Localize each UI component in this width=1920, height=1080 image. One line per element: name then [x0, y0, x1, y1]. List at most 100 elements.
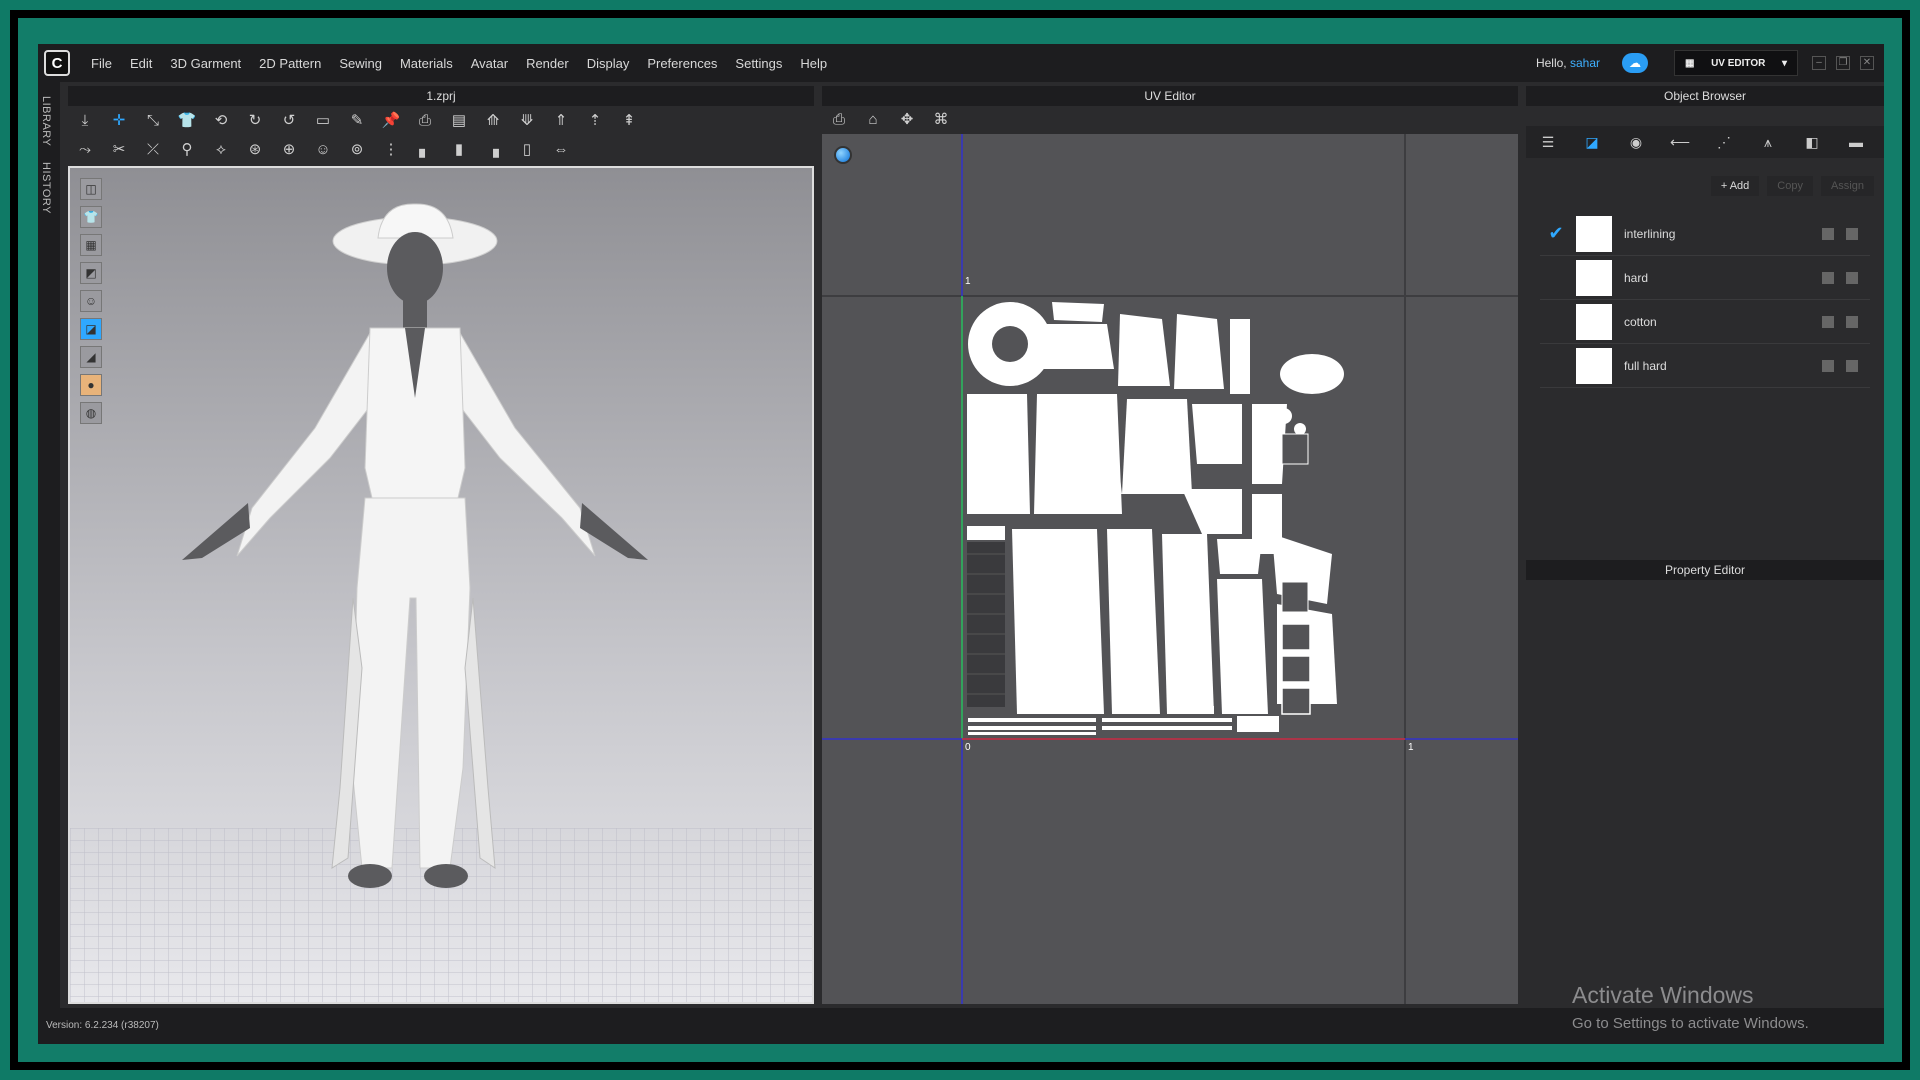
minimize-icon[interactable]: – — [1812, 56, 1826, 70]
snap-icon[interactable]: ⊚ — [346, 140, 368, 160]
pen-icon[interactable]: ✎ — [346, 111, 368, 131]
material-delete-icon[interactable] — [1846, 227, 1858, 240]
menu-display[interactable]: Display — [578, 56, 639, 71]
avatar-render — [70, 203, 812, 1002]
close-icon[interactable]: ✕ — [1860, 56, 1874, 70]
measure-icon[interactable]: ⇔ — [550, 140, 572, 160]
thickness-icon[interactable]: ◢ — [80, 346, 102, 368]
garment-arrange-icon[interactable]: ⇡ — [584, 111, 606, 131]
shirt-icon[interactable]: 👕 — [176, 111, 198, 131]
view-garment-icon[interactable]: 👕 — [80, 206, 102, 228]
rotate-icon[interactable]: ↻ — [244, 111, 266, 131]
material-row[interactable]: hard — [1540, 256, 1870, 300]
material-edit-icon[interactable] — [1822, 227, 1834, 240]
zipper-tab-icon[interactable]: ⟵ — [1658, 128, 1702, 156]
uv-move-icon[interactable]: ✥ — [896, 110, 918, 130]
skin-icon[interactable]: ● — [80, 374, 102, 396]
material-row[interactable]: cotton — [1540, 300, 1870, 344]
topstitch-icon[interactable]: ⋮ — [380, 140, 402, 160]
app-logo[interactable]: C — [44, 50, 70, 76]
menu-edit[interactable]: Edit — [121, 56, 161, 71]
material-delete-icon[interactable] — [1846, 315, 1858, 328]
material-edit-icon[interactable] — [1822, 359, 1834, 372]
assign-button[interactable]: Assign — [1820, 176, 1874, 196]
stitch-icon[interactable]: ▤ — [448, 111, 470, 131]
activate-subtitle: Go to Settings to activate Windows. — [1572, 1015, 1809, 1032]
menu-avatar[interactable]: Avatar — [462, 56, 517, 71]
menu-materials[interactable]: Materials — [391, 56, 462, 71]
puckering-icon[interactable]: ▖ — [414, 140, 436, 160]
uv-select-icon[interactable]: ⌂ — [862, 110, 884, 130]
topstitch-tab-icon[interactable]: ⩚ — [1746, 128, 1790, 156]
material-delete-icon[interactable] — [1846, 359, 1858, 372]
transform-icon[interactable]: ✛ — [108, 111, 130, 131]
button-tool-icon[interactable]: ⊛ — [244, 140, 266, 160]
restore-icon[interactable]: ❐ — [1836, 56, 1850, 70]
cloud-icon[interactable]: ☁ — [1622, 53, 1648, 73]
garment-back-icon[interactable]: ⇑ — [550, 111, 572, 131]
tab-history[interactable]: HISTORY — [40, 162, 52, 214]
edit-pattern-icon[interactable]: ⤡ — [142, 111, 164, 131]
uv-arrange-icon[interactable]: ⌘ — [930, 110, 952, 130]
flatten-icon[interactable]: ▭ — [312, 111, 334, 131]
list-view-icon[interactable]: ☰ — [1526, 128, 1570, 156]
garment-layer-icon[interactable]: ⇞ — [618, 111, 640, 131]
fabric-icon[interactable]: ▯ — [516, 140, 538, 160]
object-browser-actions: + Add Copy Assign — [1710, 176, 1874, 196]
buttonhole-icon[interactable]: ☺ — [312, 140, 334, 160]
texture-icon[interactable]: ▮ — [448, 140, 470, 160]
globe-icon[interactable]: ◍ — [80, 402, 102, 424]
view-avatar-icon[interactable]: ◫ — [80, 178, 102, 200]
uv-view-icon[interactable]: ◪ — [80, 318, 102, 340]
trim-icon[interactable]: ⟡ — [210, 140, 232, 160]
uv-label-top: 1 — [965, 276, 971, 287]
zipper-icon[interactable]: ⊕ — [278, 140, 300, 160]
brush-icon[interactable]: ⤳ — [74, 140, 96, 160]
menu-3d-garment[interactable]: 3D Garment — [161, 56, 250, 71]
menu-sewing[interactable]: Sewing — [330, 56, 391, 71]
activate-windows-watermark: Activate Windows Go to Settings to activ… — [1572, 982, 1809, 1032]
material-edit-icon[interactable] — [1822, 271, 1834, 284]
uv-snapshot-icon[interactable]: ⎙ — [828, 110, 850, 130]
graphic-tab-icon[interactable]: ◧ — [1790, 128, 1834, 156]
graphic-icon[interactable]: ▗ — [482, 140, 504, 160]
camera-icon[interactable]: ⎙ — [414, 111, 436, 131]
show-mesh-icon[interactable]: ◩ — [80, 262, 102, 284]
add-button[interactable]: + Add — [1710, 176, 1760, 196]
menu-render[interactable]: Render — [517, 56, 578, 71]
fold-icon[interactable]: ⟲ — [210, 111, 232, 131]
rotate-back-icon[interactable]: ↺ — [278, 111, 300, 131]
3d-viewport[interactable]: ◫ 👕 ▦ ◩ ☺ ◪ ◢ ● ◍ — [68, 166, 814, 1004]
fabric-tab-icon[interactable]: ◪ — [1570, 128, 1614, 156]
menu-settings[interactable]: Settings — [726, 56, 791, 71]
show-texture-icon[interactable]: ▦ — [80, 234, 102, 256]
garment-toolbar-row1: ⤓ ✛ ⤡ 👕 ⟲ ↻ ↺ ▭ ✎ 📌 ⎙ ▤ ⟰ ⟱ ⇑ ⇡ ⇞ — [68, 106, 814, 136]
menu-help[interactable]: Help — [791, 56, 836, 71]
menu-file[interactable]: File — [82, 56, 121, 71]
copy-button[interactable]: Copy — [1767, 176, 1813, 196]
mode-label: UV EDITOR — [1711, 57, 1766, 69]
select-mesh-icon[interactable]: ⤓ — [74, 111, 96, 131]
mode-select-button[interactable]: ▦ UV EDITOR ▾ — [1674, 50, 1798, 76]
tack-icon[interactable]: ⚲ — [176, 140, 198, 160]
tab-library[interactable]: LIBRARY — [40, 96, 52, 146]
menu-preferences[interactable]: Preferences — [638, 56, 726, 71]
uv-sphere-icon[interactable] — [834, 146, 852, 164]
garment-front-icon[interactable]: ⟰ — [482, 111, 504, 131]
material-delete-icon[interactable] — [1846, 271, 1858, 284]
show-avatar-icon[interactable]: ☺ — [80, 290, 102, 312]
seam-icon[interactable]: ⤫ — [142, 140, 164, 160]
material-row[interactable]: ✔ interlining — [1540, 212, 1870, 256]
sew-icon[interactable]: ✂ — [108, 140, 130, 160]
menu-2d-pattern[interactable]: 2D Pattern — [250, 56, 330, 71]
user-name[interactable]: sahar — [1570, 56, 1600, 70]
chevron-down-icon: ▾ — [1781, 57, 1787, 69]
garment-side-icon[interactable]: ⟱ — [516, 111, 538, 131]
button-tab-icon[interactable]: ◉ — [1614, 128, 1658, 156]
trim-tab-icon[interactable]: ▬ — [1834, 128, 1878, 156]
pin-icon[interactable]: 📌 — [380, 111, 402, 131]
stitch-tab-icon[interactable]: ⋰ — [1702, 128, 1746, 156]
uv-editor-canvas[interactable]: 1 0 1 — [822, 134, 1518, 1004]
material-edit-icon[interactable] — [1822, 315, 1834, 328]
material-row[interactable]: full hard — [1540, 344, 1870, 388]
